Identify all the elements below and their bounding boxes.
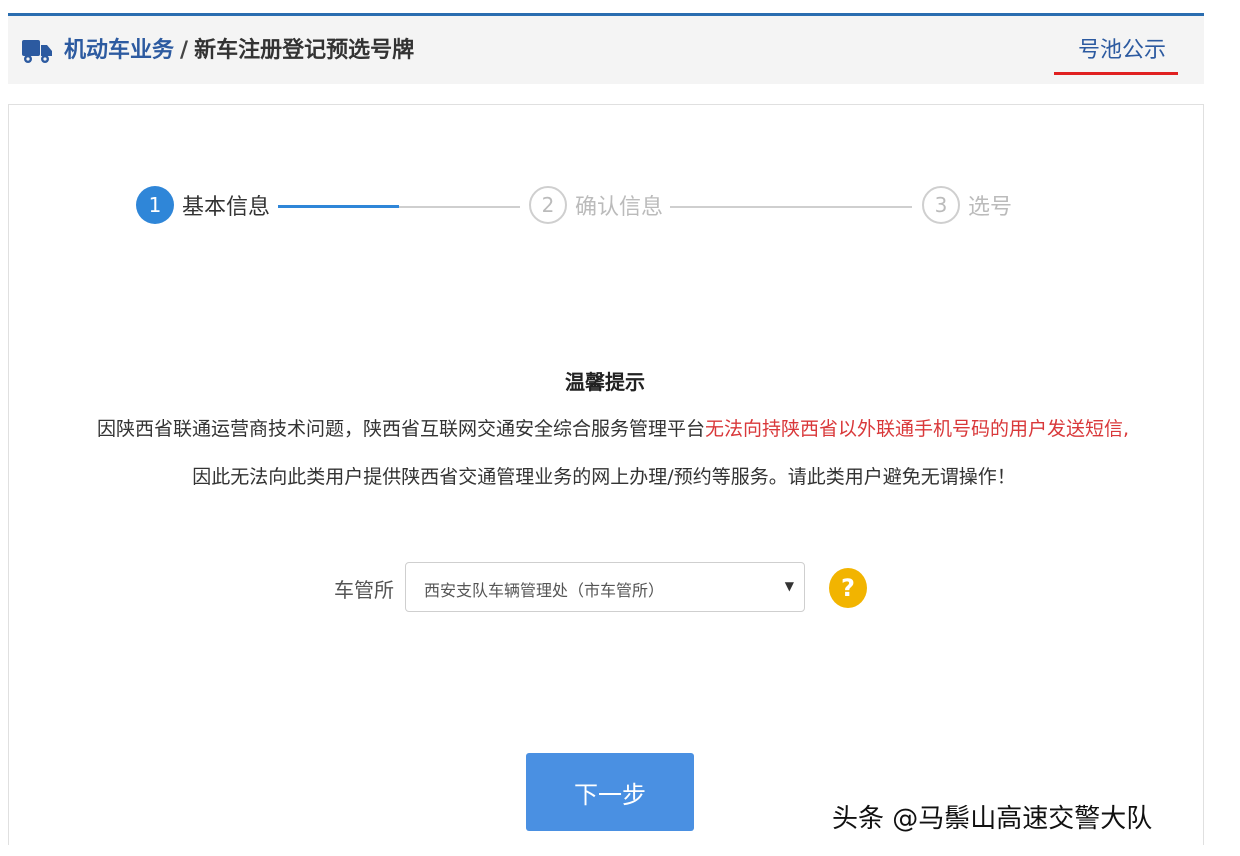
- notice-title: 温馨提示: [565, 370, 645, 394]
- page-header: 机动车业务 / 新车注册登记预选号牌 号池公示: [8, 16, 1204, 84]
- plate-pool-link-underline: [1054, 72, 1178, 75]
- step-3-number: 3: [922, 186, 960, 224]
- notice-line-1: 因陕西省联通运营商技术问题，陕西省互联网交通安全综合服务管理平台无法向持陕西省以…: [0, 414, 1226, 441]
- step-1: 1 基本信息: [136, 186, 270, 224]
- step-2-label: 确认信息: [575, 195, 664, 220]
- office-select-value: 西安支队车辆管理处（市车管所）: [424, 581, 665, 600]
- step-2: 2 确认信息: [529, 186, 663, 224]
- next-step-button[interactable]: 下一步: [526, 753, 694, 831]
- watermark: 头条 @马鬃山高速交警大队: [832, 804, 1153, 834]
- step-progress-bar: [278, 205, 399, 208]
- notice-line-1-text: 因陕西省联通运营商技术问题，陕西省互联网交通安全综合服务管理平台: [96, 418, 705, 440]
- breadcrumb-current-page: 新车注册登记预选号牌: [194, 38, 415, 63]
- office-label: 车管所: [334, 578, 394, 602]
- step-1-number: 1: [136, 186, 174, 224]
- office-select[interactable]: 西安支队车辆管理处（市车管所） ▼: [405, 562, 805, 612]
- truck-icon: [22, 40, 52, 63]
- breadcrumb-separator: /: [180, 38, 189, 63]
- breadcrumb: 机动车业务 / 新车注册登记预选号牌: [64, 34, 414, 68]
- dropdown-arrow-icon: ▼: [784, 579, 794, 593]
- step-connector-2-3: [670, 206, 912, 208]
- help-icon[interactable]: ?: [829, 568, 867, 608]
- breadcrumb-vehicle-business[interactable]: 机动车业务: [64, 38, 174, 63]
- step-1-label: 基本信息: [182, 195, 271, 220]
- step-3-label: 选号: [968, 195, 1013, 220]
- notice-line-1-highlight: 无法向持陕西省以外联通手机号码的用户发送短信,: [704, 418, 1130, 440]
- step-2-number: 2: [529, 186, 567, 224]
- notice-line-2: 因此无法向此类用户提供陕西省交通管理业务的网上办理/预约等服务。请此类用户避免无…: [192, 466, 1016, 488]
- step-3: 3 选号: [922, 186, 1012, 224]
- plate-pool-link[interactable]: 号池公示: [1078, 36, 1166, 66]
